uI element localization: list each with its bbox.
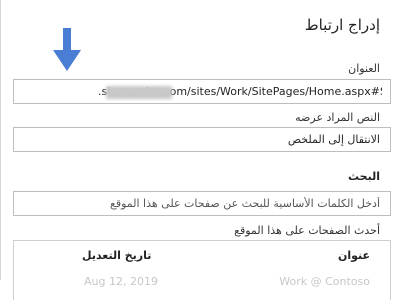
display-text-field[interactable] (13, 127, 391, 152)
address-label: العنوان (348, 62, 380, 75)
column-header-title[interactable]: عنوان (338, 249, 370, 262)
address-value: .sharepoint.com/sites/Work/SitePages/Hom… (98, 85, 382, 98)
panel-title: إدراج ارتباط (304, 16, 380, 34)
column-header-modified[interactable]: تاريخ التعديل (82, 249, 151, 262)
table-row-modified: Aug 12, 2019 (84, 275, 158, 288)
display-text-input[interactable] (14, 128, 390, 151)
recent-pages-table: عنوان تاريخ التعديل Work @ Contoso Aug 1… (13, 240, 391, 300)
search-label: البحث (348, 170, 380, 183)
address-field[interactable]: .sharepoint.com/sites/Work/SitePages/Hom… (13, 79, 391, 104)
insert-link-panel: إدراج ارتباط العنوان .sharepoint.com/sit… (0, 0, 402, 300)
display-text-label: النص المراد عرضه (295, 111, 380, 124)
search-field[interactable] (13, 191, 391, 216)
table-row-title[interactable]: Work @ Contoso (279, 275, 370, 288)
search-input[interactable] (14, 192, 390, 215)
arrow-down-icon (53, 28, 81, 71)
recent-pages-label: أحدث الصفحات على هذا الموقع (234, 224, 380, 237)
redacted-domain (106, 86, 172, 99)
